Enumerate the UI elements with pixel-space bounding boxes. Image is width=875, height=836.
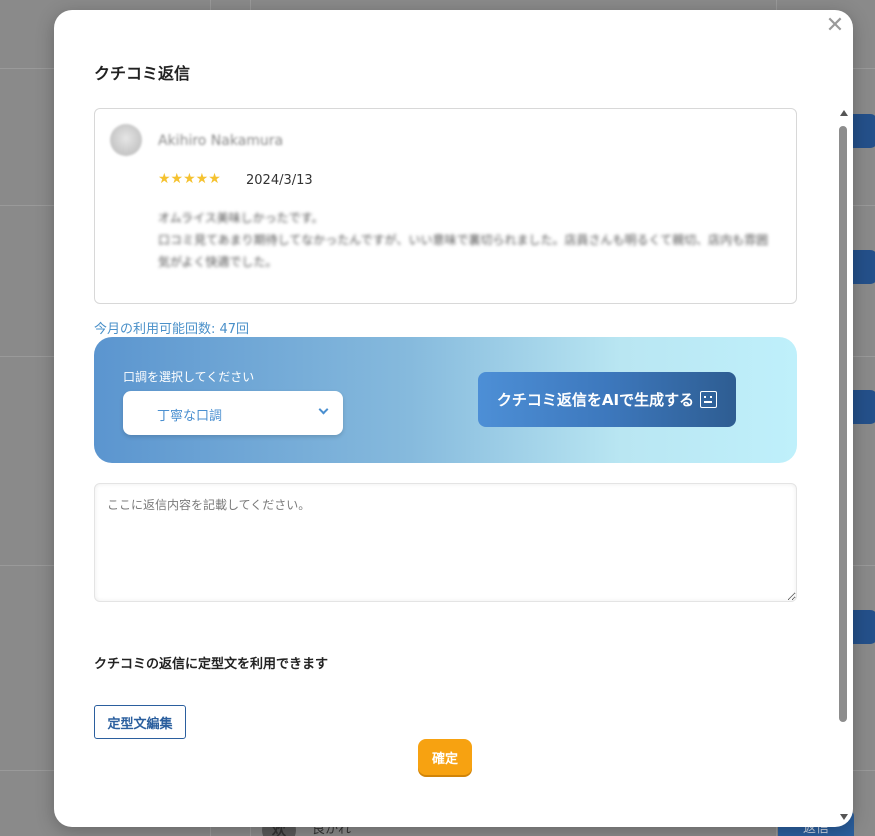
close-icon[interactable]: ✕ — [825, 15, 845, 37]
scrollbar[interactable] — [838, 110, 850, 820]
scroll-up-icon[interactable] — [840, 110, 848, 116]
reply-textarea[interactable] — [94, 483, 797, 602]
chevron-down-icon — [318, 404, 329, 415]
ai-generate-panel: 口調を選択してください 丁寧な口調 クチコミ返信をAIで生成する — [94, 337, 797, 463]
star-rating-icon: ★★★★★ — [158, 171, 221, 187]
reviewer-name: Akihiro Nakamura — [158, 133, 284, 149]
review-card: Akihiro Nakamura ★★★★★ 2024/3/13 オムライス美味… — [94, 108, 797, 304]
review-date: 2024/3/13 — [246, 173, 313, 188]
tone-label: 口調を選択してください — [123, 370, 255, 384]
avatar — [110, 124, 142, 156]
ai-generate-label: クチコミ返信をAIで生成する — [496, 391, 695, 409]
ai-generate-button[interactable]: クチコミ返信をAIで生成する — [478, 372, 736, 427]
confirm-button[interactable]: 確定 — [418, 739, 472, 775]
robot-icon — [700, 391, 718, 408]
review-body-text: オムライス美味しかったです。 口コミ見てあまり期待してなかったんですが、いい意味… — [158, 211, 769, 269]
template-edit-button[interactable]: 定型文編集 — [94, 705, 186, 739]
tone-selected-value: 丁寧な口調 — [157, 409, 223, 424]
tone-select[interactable]: 丁寧な口調 — [123, 391, 343, 435]
scrollbar-thumb[interactable] — [839, 126, 847, 722]
usage-count: 今月の利用可能回数: 47回 — [94, 322, 250, 337]
modal-title: クチコミ返信 — [94, 64, 191, 83]
review-body: オムライス美味しかったです。 口コミ見てあまり期待してなかったんですが、いい意味… — [158, 207, 778, 273]
scroll-down-icon[interactable] — [840, 814, 848, 820]
review-reply-modal: ✕ クチコミ返信 Akihiro Nakamura ★★★★★ 2024/3/1… — [54, 10, 853, 827]
template-note: クチコミの返信に定型文を利用できます — [94, 657, 329, 672]
